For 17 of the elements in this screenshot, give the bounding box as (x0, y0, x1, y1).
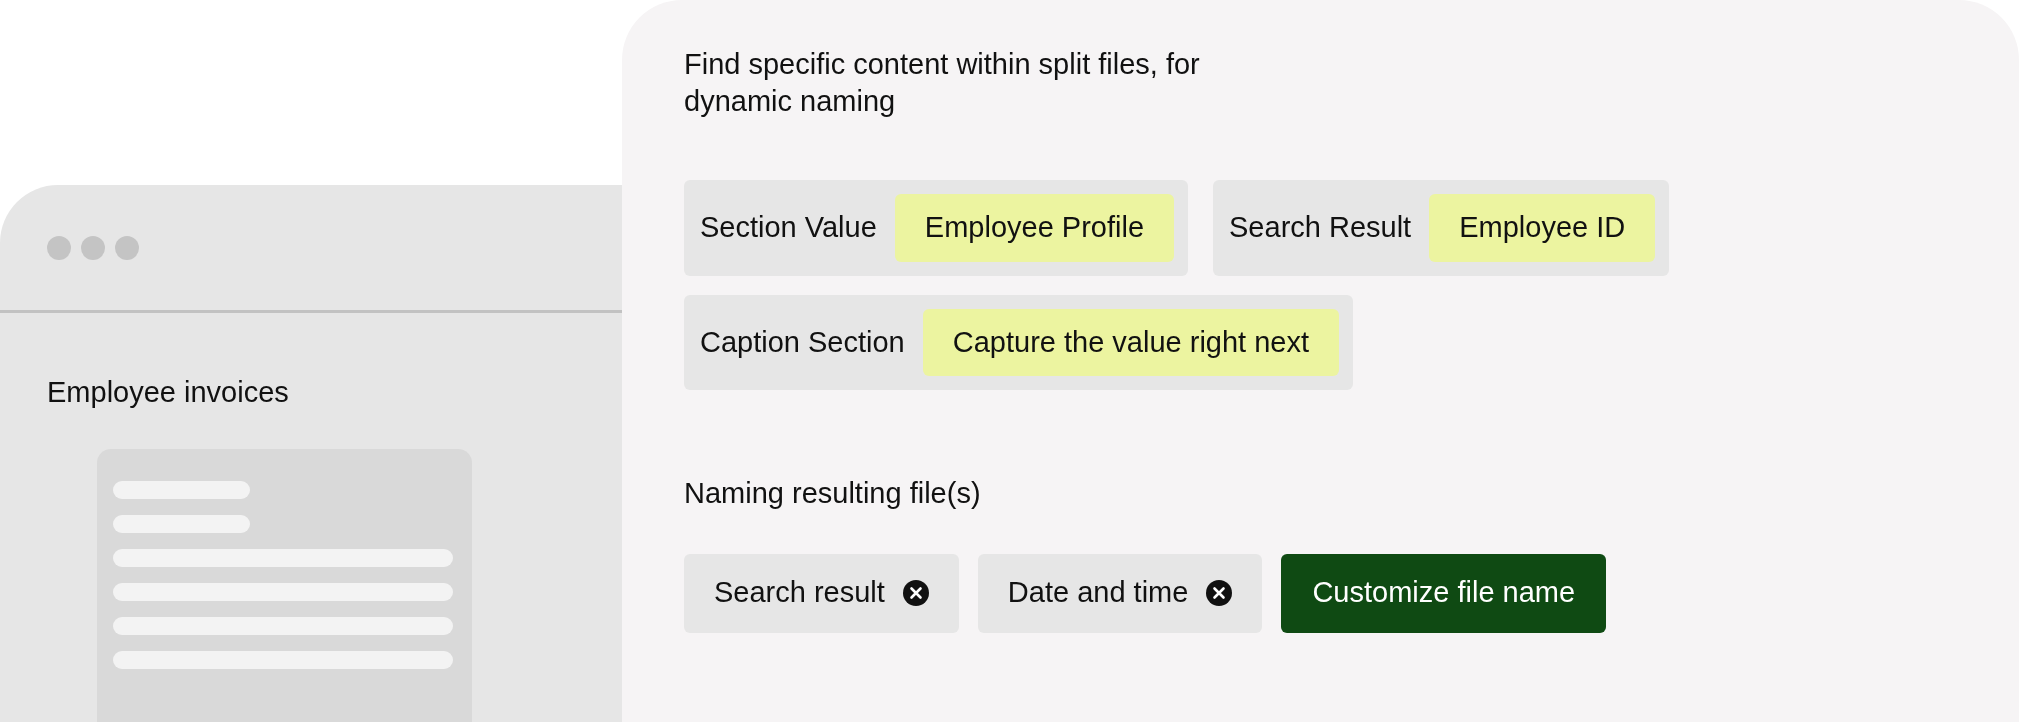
field-label: Search Result (1229, 210, 1412, 245)
field-value: Employee ID (1429, 194, 1656, 262)
panel-heading: Find specific content within split files, for dynamic naming (684, 47, 1201, 119)
window-title: Employee invoices (47, 375, 289, 410)
field-value: Employee Profile (894, 194, 1175, 262)
tag-label: Search result (714, 575, 885, 611)
remove-icon[interactable] (902, 580, 929, 606)
window-dot-icon (81, 235, 105, 260)
section-title: Naming resulting file(s) (684, 476, 981, 511)
field-label: Section Value (700, 210, 877, 245)
window-dot-icon (115, 235, 139, 260)
window-dot-icon (47, 235, 71, 260)
field-value: Capture the value right next (922, 308, 1340, 376)
remove-icon[interactable] (1206, 580, 1233, 606)
tag-label: Date and time (1007, 575, 1189, 611)
customize-button[interactable]: Customize file name (1281, 553, 1607, 633)
field-label: Caption Section (700, 324, 905, 360)
